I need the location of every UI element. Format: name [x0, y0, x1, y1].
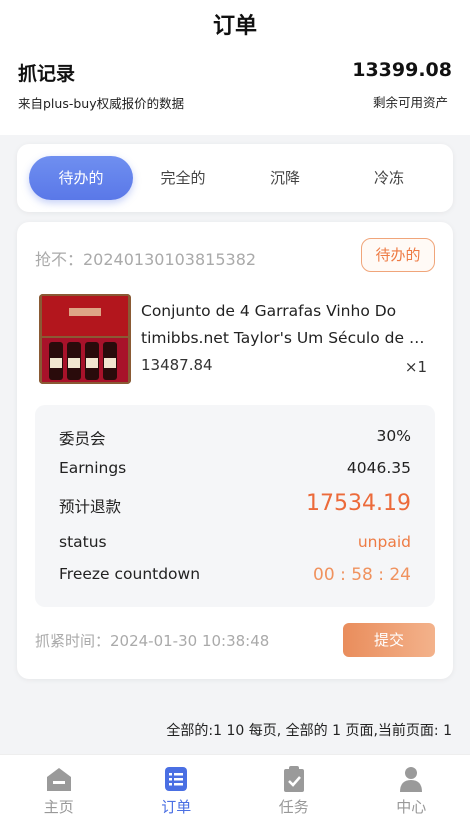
refund-value: 17534.19 [306, 491, 411, 516]
submit-button[interactable]: 提交 [343, 623, 435, 657]
page-title: 订单 [212, 14, 257, 39]
commission-value: 30% [376, 427, 411, 445]
detail-countdown: Freeze countdown 00 : 58 : 24 [59, 565, 411, 589]
grab-time: 抓紧时间：2024-01-30 10:38:48 [35, 632, 270, 650]
balance-label: 剩余可用资产 [372, 95, 448, 110]
tasks-icon [283, 766, 304, 792]
detail-refund: 预计退款 17534.19 [59, 491, 411, 523]
tabbar-tasks-label: 任务 [278, 798, 309, 816]
tabbar-orders[interactable]: 订单 [118, 765, 236, 817]
order-card: 抢不：20240130103815382 待办的 Conjunto de 4 G… [17, 222, 453, 679]
earnings-value: 4046.35 [346, 459, 411, 477]
order-number: 抢不：20240130103815382 [35, 250, 257, 269]
bottom-tabbar: 主页 订单 任务 中心 [0, 754, 470, 830]
home-icon [46, 768, 71, 791]
tabbar-orders-label: 订单 [161, 798, 192, 816]
tab-pending[interactable]: 待办的 [29, 156, 133, 200]
tabbar-home[interactable]: 主页 [0, 765, 118, 817]
order-status-tabs: 待办的 完全的 沉降 冷冻 [17, 144, 453, 212]
product-row: Conjunto de 4 Garrafas Vinho Do timibbs.… [17, 290, 453, 394]
product-price: 13487.84 [141, 356, 213, 374]
tab-completed[interactable]: 完全的 [131, 156, 235, 200]
tab-frozen[interactable]: 冷冻 [337, 156, 441, 200]
commission-label: 委员会 [59, 430, 106, 448]
status-badge: 待办的 [361, 238, 435, 272]
countdown-value: 00 : 58 : 24 [313, 565, 411, 585]
records-subtitle: 来自plus-buy权威报价的数据 [18, 96, 185, 111]
records-title: 抓记录 [18, 63, 76, 85]
tabbar-center[interactable]: 中心 [353, 765, 470, 817]
product-name: Conjunto de 4 Garrafas Vinho Do timibbs.… [141, 302, 425, 347]
balance-value: 13399.08 [352, 59, 452, 81]
tabbar-center-label: 中心 [396, 798, 427, 816]
detail-status: status unpaid [59, 533, 411, 557]
tabbar-home-label: 主页 [43, 798, 74, 816]
countdown-label: Freeze countdown [59, 565, 201, 583]
refund-label: 预计退款 [59, 498, 122, 516]
product-quantity: ×1 [404, 358, 427, 376]
orders-icon [165, 767, 188, 791]
order-details: 委员会 30% Earnings 4046.35 预计退款 17534.19 s… [35, 405, 435, 607]
payment-status-value: unpaid [357, 533, 411, 551]
pagination-info: 全部的:1 10 每页, 全部的 1 页面,当前页面: 1 [166, 723, 452, 739]
earnings-label: Earnings [59, 459, 127, 477]
payment-status-label: status [59, 533, 107, 551]
tab-settled[interactable]: 沉降 [233, 156, 337, 200]
user-icon [400, 767, 423, 792]
product-image [39, 294, 131, 384]
tabbar-tasks[interactable]: 任务 [235, 765, 353, 817]
detail-earnings: Earnings 4046.35 [59, 459, 411, 483]
detail-commission: 委员会 30% [59, 427, 411, 451]
top-header: 订单 抓记录 来自plus-buy权威报价的数据 13399.08 剩余可用资产 [0, 0, 470, 135]
